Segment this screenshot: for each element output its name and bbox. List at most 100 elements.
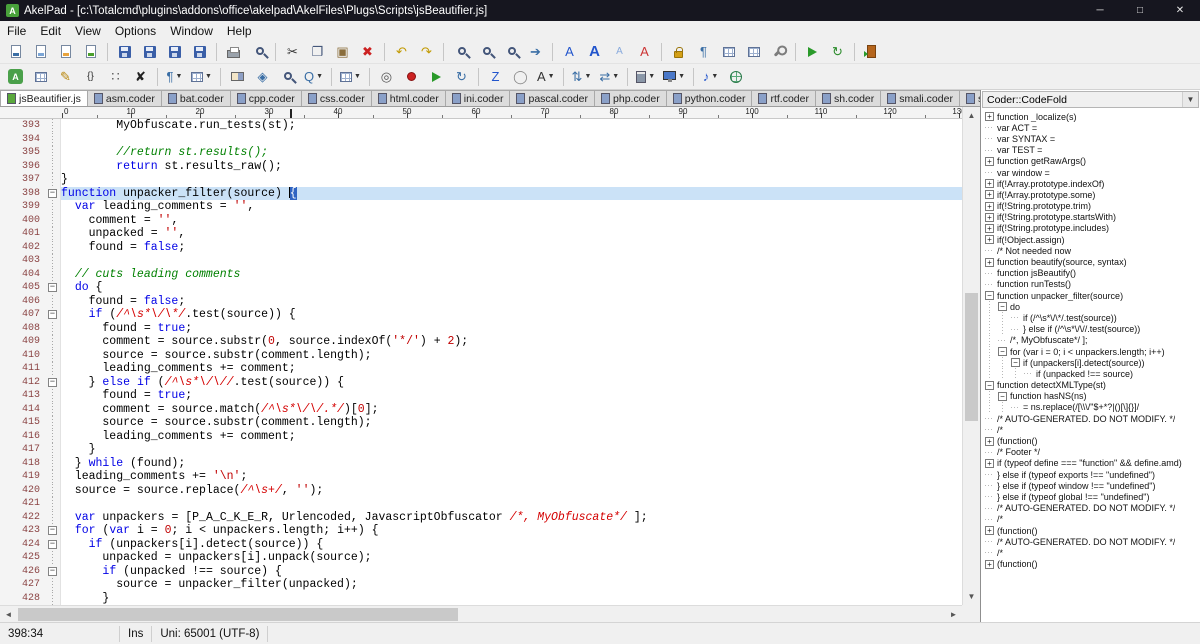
- codefold-tree-item[interactable]: −for (var i = 0; i < unpackers.length; i…: [983, 346, 1200, 357]
- codefold-tree-item[interactable]: /*, MyObfuscate*/ ];: [983, 335, 1200, 346]
- codefold-tree-item[interactable]: = ns.replace(/[\\\/"$+*?|()[\]{}]/: [983, 402, 1200, 413]
- codefold-tree-item[interactable]: /* AUTO-GENERATED. DO NOT MODIFY. */: [983, 503, 1200, 514]
- tab-rtf.coder[interactable]: rtf.coder: [751, 90, 816, 106]
- code-line-405[interactable]: 405− do {: [0, 281, 962, 295]
- tree-collapse-icon[interactable]: −: [998, 392, 1007, 401]
- save-all-button[interactable]: [163, 41, 186, 63]
- cut-button[interactable]: ✂: [281, 41, 304, 63]
- highlight-button[interactable]: A: [633, 41, 656, 63]
- codefold-tree-item[interactable]: function jsBeautify(): [983, 268, 1200, 279]
- bookmark-kite-button[interactable]: ◈: [251, 66, 274, 88]
- code-line-395[interactable]: 395 //return st.results();: [0, 146, 962, 160]
- codefold-tree-item[interactable]: +(function(): [983, 559, 1200, 570]
- codefold-tree-item[interactable]: /* Not needed now: [983, 245, 1200, 256]
- codefold-tree-item[interactable]: } else if (typeof global !== "undefined"…: [983, 491, 1200, 502]
- fold-gutter[interactable]: −: [46, 187, 61, 201]
- tree-expand-icon[interactable]: +: [985, 224, 994, 233]
- code-line-398[interactable]: 398−function unpacker_filter(source) {: [0, 187, 962, 201]
- borders-button[interactable]: ▼: [188, 66, 215, 88]
- new-file-button[interactable]: [4, 41, 27, 63]
- insert-frame-button[interactable]: ▼: [337, 66, 364, 88]
- chevron-down-icon[interactable]: ▼: [1182, 92, 1198, 107]
- save-as-button[interactable]: [138, 41, 161, 63]
- codefold-tree-item[interactable]: +if(!Object.assign): [983, 234, 1200, 245]
- codefold-tree-item[interactable]: +if(!String.prototype.startsWith): [983, 212, 1200, 223]
- new-window-button[interactable]: [29, 41, 52, 63]
- tree-expand-icon[interactable]: +: [985, 258, 994, 267]
- tree-collapse-icon[interactable]: −: [985, 291, 994, 300]
- dictionary-book-button[interactable]: [226, 66, 249, 88]
- codefold-tree-item[interactable]: +if(!Array.prototype.some): [983, 189, 1200, 200]
- code-line-420[interactable]: 420 source = source.replace(/^\s+/, '');: [0, 484, 962, 498]
- fold-collapse-icon[interactable]: −: [48, 189, 57, 198]
- code-line-426[interactable]: 426− if (unpacked !== source) {: [0, 565, 962, 579]
- codefold-tree-item[interactable]: /*: [983, 424, 1200, 435]
- codefold-tree-item[interactable]: +function getRawArgs(): [983, 156, 1200, 167]
- code-line-402[interactable]: 402 found = false;: [0, 241, 962, 255]
- codefold-tree-item[interactable]: /* Footer */: [983, 447, 1200, 458]
- codefold-tree-item[interactable]: +function _localize(s): [983, 111, 1200, 122]
- paste-button[interactable]: ▣: [331, 41, 354, 63]
- code-line-423[interactable]: 423− for (var i = 0; i < unpackers.lengt…: [0, 524, 962, 538]
- code-line-422[interactable]: 422 var unpackers = [P_A_C_K_E_R, Urlenc…: [0, 511, 962, 525]
- codefold-tree-item[interactable]: } else if (typeof exports !== "undefined…: [983, 469, 1200, 480]
- codefold-tree-item[interactable]: var window =: [983, 167, 1200, 178]
- codefold-tree-item[interactable]: +if(!Array.prototype.indexOf): [983, 178, 1200, 189]
- delete-button[interactable]: ✖: [356, 41, 379, 63]
- menu-window[interactable]: Window: [163, 23, 220, 39]
- code-area[interactable]: 393 MyObfuscate.run_tests(st);394395 //r…: [0, 119, 962, 605]
- codefold-tree-item[interactable]: /* AUTO-GENERATED. DO NOT MODIFY. */: [983, 413, 1200, 424]
- scripts-z-button[interactable]: Z: [484, 66, 507, 88]
- code-line-409[interactable]: 409 comment = source.substr(0, source.in…: [0, 335, 962, 349]
- clipboard-grid-button[interactable]: [29, 66, 52, 88]
- scroll-left-arrow[interactable]: ◄: [0, 606, 17, 623]
- show-invisibles-button[interactable]: ¶▼: [163, 66, 186, 88]
- fold-gutter[interactable]: −: [46, 281, 61, 295]
- tree-expand-icon[interactable]: +: [985, 459, 994, 468]
- tree-collapse-icon[interactable]: −: [985, 381, 994, 390]
- settings-wrench-button[interactable]: [767, 41, 790, 63]
- codefold-tree-item[interactable]: −function hasNS(ns): [983, 391, 1200, 402]
- print-preview-button[interactable]: [247, 41, 270, 63]
- macro-loop-button[interactable]: ↻: [450, 66, 473, 88]
- code-line-424[interactable]: 424− if (unpackers[i].detect(source)) {: [0, 538, 962, 552]
- code-line-396[interactable]: 396 return st.results_raw();: [0, 160, 962, 174]
- code-line-408[interactable]: 408 found = true;: [0, 322, 962, 336]
- tree-expand-icon[interactable]: +: [985, 202, 994, 211]
- tab-pascal.coder[interactable]: pascal.coder: [509, 90, 595, 106]
- tab-asm.coder[interactable]: asm.coder: [87, 90, 162, 106]
- copy-button[interactable]: ❐: [306, 41, 329, 63]
- scroll-down-arrow[interactable]: ▼: [963, 588, 980, 605]
- macro-record-button[interactable]: [400, 66, 423, 88]
- find-button[interactable]: [449, 41, 472, 63]
- codefold-header-combo[interactable]: Coder::CodeFold ▼: [982, 91, 1199, 108]
- cut-lines-button[interactable]: ✘: [129, 66, 152, 88]
- codefold-tree-item[interactable]: +if (typeof define === "function" && def…: [983, 458, 1200, 469]
- codefold-tree-item[interactable]: +if(!String.prototype.includes): [983, 223, 1200, 234]
- code-line-399[interactable]: 399 var leading_comments = '',: [0, 200, 962, 214]
- readonly-lock-button[interactable]: [667, 41, 690, 63]
- refresh-button[interactable]: ↻: [826, 41, 849, 63]
- code-line-411[interactable]: 411 leading_comments += comment;: [0, 362, 962, 376]
- tree-expand-icon[interactable]: +: [985, 437, 994, 446]
- tree-expand-icon[interactable]: +: [985, 213, 994, 222]
- codefold-tree-item[interactable]: if (/^\s*\/\*/.test(source)): [983, 312, 1200, 323]
- save-copy-button[interactable]: [188, 41, 211, 63]
- tree-expand-icon[interactable]: +: [985, 235, 994, 244]
- replace-button[interactable]: [499, 41, 522, 63]
- macro-target-button[interactable]: ◎: [375, 66, 398, 88]
- word-wrap-button[interactable]: ¶: [692, 41, 715, 63]
- undo-button[interactable]: ↶: [390, 41, 413, 63]
- split-window-button[interactable]: [717, 41, 740, 63]
- snippets-button[interactable]: ∷: [104, 66, 127, 88]
- reopen-file-button[interactable]: [79, 41, 102, 63]
- code-line-419[interactable]: 419 leading_comments += '\n';: [0, 470, 962, 484]
- find-next-button[interactable]: [474, 41, 497, 63]
- codefold-tree-item[interactable]: var ACT =: [983, 122, 1200, 133]
- tree-expand-icon[interactable]: +: [985, 560, 994, 569]
- code-line-414[interactable]: 414 comment = source.match(/^\s*\/\/.*/)…: [0, 403, 962, 417]
- tree-collapse-icon[interactable]: −: [1011, 358, 1020, 367]
- codefold-tree-item[interactable]: −function detectXMLType(st): [983, 380, 1200, 391]
- coder-plugin-button[interactable]: A: [4, 66, 27, 88]
- code-line-417[interactable]: 417 }: [0, 443, 962, 457]
